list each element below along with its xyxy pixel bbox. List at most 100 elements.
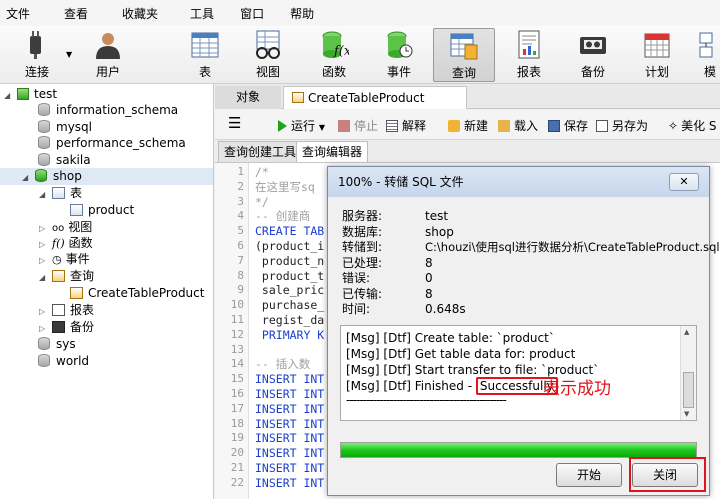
line-number: 6 — [237, 239, 244, 252]
object-tabs: 对象 CreateTableProduct @shop... — [215, 84, 720, 127]
report-button[interactable]: 报表 — [500, 28, 558, 82]
tab-objects[interactable]: 对象 — [215, 86, 281, 109]
save-button[interactable]: 保存 — [548, 117, 588, 134]
tab-query-builder[interactable]: 查询创建工具 — [218, 141, 303, 162]
connect-dropdown-icon[interactable]: ▼ — [66, 50, 72, 59]
menu-help[interactable]: 帮助 — [278, 5, 328, 22]
load-button[interactable]: 载入 — [498, 117, 538, 134]
tree-db-sys[interactable]: sys — [38, 336, 76, 353]
tree-tables-folder[interactable]: ◢ 表 — [39, 185, 82, 202]
tree-connection[interactable]: ◢ test — [4, 86, 57, 103]
explain-button[interactable]: 解释 — [386, 117, 426, 134]
code-line: INSERT INT — [255, 416, 325, 431]
menu-favorites[interactable]: 收藏夹 — [102, 5, 172, 22]
load-label: 载入 — [514, 119, 539, 133]
line-number-gutter: 1 2 3 4 5 6 7 8 9 10 11 12 13 14 15 16 17 18 19 20 21 22 — [215, 163, 249, 499]
tree-query-createtableproduct[interactable]: CreateTableProduct — [70, 285, 204, 302]
model-button[interactable]: 模 — [694, 28, 720, 82]
scroll-thumb[interactable] — [683, 372, 694, 408]
tab-query[interactable]: CreateTableProduct @shop... — [283, 86, 467, 127]
log-output[interactable]: [Msg] [Dtf] Create table: `product` [Msg… — [340, 325, 697, 421]
run-label: 运行 — [291, 119, 316, 133]
line-number: 2 — [237, 179, 244, 193]
code-line: */ — [255, 194, 269, 209]
code-line: 在这里写sq — [255, 179, 315, 194]
connect-button[interactable]: 连接 — [8, 28, 66, 82]
tree-connection-label: test — [34, 87, 58, 101]
query-icon — [70, 287, 83, 299]
log-line: [Msg] [Dtf] Create table: `product` — [346, 331, 555, 345]
event-label: 事件 — [386, 65, 411, 79]
model-label: 模 — [704, 65, 717, 79]
tree-functions-folder[interactable]: ▷ f() 函数 — [39, 235, 93, 252]
line-number: 5 — [237, 224, 244, 238]
info-row-transferred: 已传输: 8 — [342, 286, 433, 301]
code-line: INSERT INT — [255, 387, 325, 401]
beautify-button[interactable]: ✧ 美化 S — [668, 117, 717, 134]
event-button[interactable]: 事件 — [370, 28, 428, 82]
dialog-title-text: 100% - 转储 SQL 文件 — [338, 175, 464, 189]
line-number: 1 — [237, 165, 244, 178]
start-button[interactable]: 开始 — [556, 463, 622, 487]
tree-query-label: CreateTableProduct — [88, 286, 205, 300]
user-label: 用户 — [95, 65, 120, 79]
log-scrollbar[interactable]: ▲ ▼ — [680, 326, 696, 420]
scroll-up-icon[interactable]: ▲ — [684, 328, 689, 336]
scroll-down-icon[interactable]: ▼ — [684, 410, 689, 418]
tree-db-mysql[interactable]: mysql — [38, 119, 92, 136]
save-as-button[interactable]: 另存为 — [596, 117, 648, 134]
progress-fill — [341, 443, 696, 457]
tree-db-sakila[interactable]: sakila — [38, 152, 91, 169]
hamburger-menu-icon[interactable]: ☰ — [228, 114, 241, 132]
expand-arrow-icon[interactable]: ▷ — [39, 252, 49, 269]
menu-window[interactable]: 窗口 — [228, 5, 278, 22]
tree-table-product[interactable]: product — [70, 202, 134, 219]
tree-backups-folder[interactable]: ▷ 备份 — [39, 319, 94, 336]
log-line: [Msg] [Dtf] Get table data for: product — [346, 347, 576, 361]
view-button[interactable]: 视图 — [239, 28, 297, 82]
collapse-arrow-icon[interactable]: ◢ — [39, 186, 49, 203]
info-row-dump-to: 转储到: C:\houzi\使用sql进行数据分析\CreateTableProd… — [342, 240, 720, 254]
line-number: 16 — [230, 387, 244, 400]
table-button[interactable]: 表 — [176, 28, 234, 82]
tree-reports-folder[interactable]: ▷ 报表 — [39, 302, 94, 319]
query-button[interactable]: 查询 — [433, 28, 495, 82]
new-button[interactable]: 新建 — [448, 117, 488, 134]
collapse-arrow-icon[interactable]: ◢ — [4, 87, 14, 104]
tree-views-folder[interactable]: ▷ oo 视图 — [39, 219, 92, 236]
user-button[interactable]: 用户 — [79, 28, 137, 82]
tree-events-folder[interactable]: ▷ ◷ 事件 — [39, 251, 90, 268]
function-button[interactable]: f(x) 函数 — [305, 28, 363, 82]
menu-view[interactable]: 查看 — [44, 5, 102, 22]
dialog-close-icon[interactable]: ✕ — [669, 173, 699, 191]
collapse-arrow-icon[interactable]: ◢ — [39, 269, 49, 286]
tree-db-world[interactable]: world — [38, 353, 89, 370]
menu-file[interactable]: 文件 — [0, 5, 44, 22]
tree-db-information-schema[interactable]: information_schema — [38, 102, 178, 119]
schedule-button[interactable]: 计划 — [628, 28, 686, 82]
dialog-title: 100% - 转储 SQL 文件 ✕ — [328, 167, 709, 197]
backup-button[interactable]: 备份 — [564, 28, 622, 82]
table-icon — [70, 204, 83, 216]
tree-db-performance-schema[interactable]: performance_schema — [38, 135, 186, 152]
run-button[interactable]: 运行 ▼ — [278, 117, 325, 134]
expand-arrow-icon[interactable]: ▷ — [39, 320, 49, 337]
tree-queries-label: 查询 — [70, 269, 95, 283]
menu-tools[interactable]: 工具 — [172, 5, 228, 22]
tree-db-label: performance_schema — [56, 136, 186, 150]
view-glasses-icon — [253, 30, 283, 60]
backup-label: 备份 — [580, 65, 605, 79]
expand-arrow-icon[interactable]: ▷ — [39, 303, 49, 320]
info-row-errors: 错误: 0 — [342, 271, 433, 285]
tree-db-shop[interactable]: ◢ shop — [0, 168, 213, 185]
line-number: 18 — [230, 416, 244, 430]
run-dropdown-icon[interactable]: ▼ — [319, 123, 325, 132]
tree-queries-folder[interactable]: ◢ 查询 — [39, 268, 94, 285]
collapse-arrow-icon[interactable]: ◢ — [22, 169, 32, 186]
stop-button[interactable]: 停止 — [338, 117, 378, 134]
line-number: 14 — [230, 357, 244, 371]
save-disk-icon — [548, 120, 560, 132]
line-number: 17 — [230, 401, 244, 415]
info-row-time: 时间: 0.648s — [342, 302, 466, 316]
tab-query-editor[interactable]: 查询编辑器 — [296, 141, 369, 162]
